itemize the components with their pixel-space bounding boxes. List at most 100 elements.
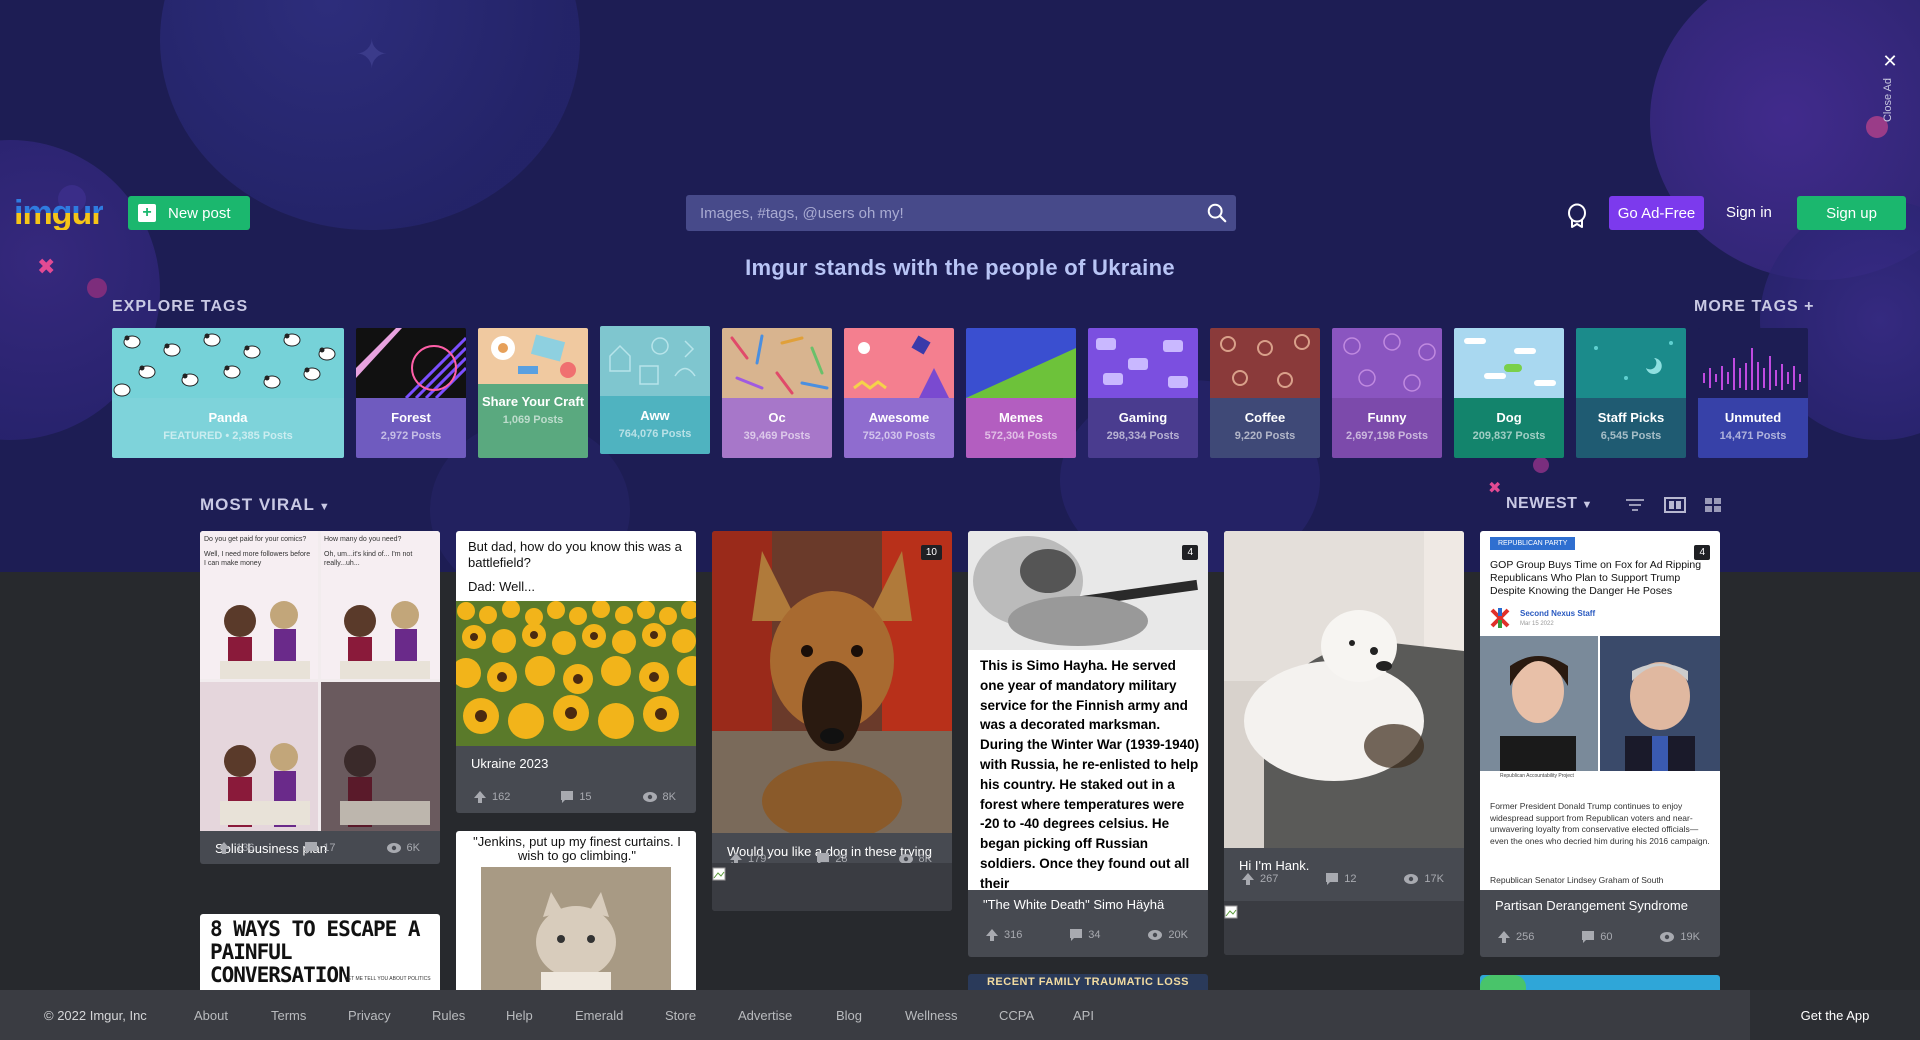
tag-count: 209,837 Posts: [1472, 430, 1546, 442]
upvotes[interactable]: 316: [986, 929, 1022, 941]
footer-link-help[interactable]: Help: [506, 1008, 533, 1023]
tag-unmuted[interactable]: Unmuted 14,471 Posts: [1698, 328, 1808, 458]
upvotes[interactable]: 256: [1498, 931, 1534, 943]
image-count-badge: 4: [1694, 545, 1710, 560]
footer-link-ccpa[interactable]: CCPA: [999, 1008, 1034, 1023]
tag-info: Aww 764,076 Posts: [600, 396, 710, 454]
tag-info: Forest 2,972 Posts: [356, 398, 466, 458]
tag-staff-picks[interactable]: Staff Picks 6,545 Posts: [1576, 328, 1686, 458]
tag-oc[interactable]: Oc 39,469 Posts: [722, 328, 832, 458]
upvote-count: 256: [1516, 931, 1535, 943]
post-card[interactable]: "Jenkins, put up my finest curtains. I w…: [456, 831, 696, 990]
post-card[interactable]: [1480, 975, 1720, 990]
close-ad-button[interactable]: ✕ Close Ad: [1880, 52, 1900, 122]
comic-speech: Do you get paid for your comics?: [204, 536, 307, 543]
tag-panda[interactable]: Panda FEATURED • 2,385 Posts: [112, 328, 344, 458]
go-ad-free-button[interactable]: Go Ad-Free: [1609, 196, 1704, 230]
tag-info: Oc 39,469 Posts: [722, 398, 832, 458]
tag-aww[interactable]: Aww 764,076 Posts: [600, 326, 710, 454]
comments[interactable]: 15: [561, 791, 592, 803]
article-body: Former President Donald Trump continues …: [1490, 801, 1710, 846]
footer-link-advertise[interactable]: Advertise: [738, 1008, 792, 1023]
comments[interactable]: 60: [1582, 931, 1613, 943]
upvote-count: 162: [492, 791, 511, 803]
comment-count: 60: [1600, 931, 1613, 943]
tag-count: 572,304 Posts: [984, 430, 1058, 442]
post-image: 10: [712, 531, 952, 833]
image-count-badge: 10: [920, 545, 942, 560]
footer-link-rules[interactable]: Rules: [432, 1008, 465, 1023]
sort-label: MOST VIRAL: [200, 495, 315, 514]
footer-link-api[interactable]: API: [1073, 1008, 1094, 1023]
explore-tags-heading: EXPLORE TAGS: [112, 298, 249, 315]
search-bar[interactable]: [686, 195, 1236, 231]
ukraine-banner[interactable]: Imgur stands with the people of Ukraine: [0, 255, 1920, 281]
imgur-logo[interactable]: imgur: [14, 196, 104, 230]
search-input[interactable]: [698, 203, 1192, 223]
sort-newest-dropdown[interactable]: NEWEST ▼: [1506, 495, 1593, 513]
footer-link-terms[interactable]: Terms: [271, 1008, 306, 1023]
tag-forest[interactable]: Forest 2,972 Posts: [356, 328, 466, 458]
post-stats: 136 17 6K: [200, 842, 440, 854]
post-card[interactable]: 4 This is Simo Hayha. He served one year…: [968, 531, 1208, 957]
footer-link-blog[interactable]: Blog: [836, 1008, 862, 1023]
post-card[interactable]: 10 Would you like a dog in these trying …: [712, 531, 952, 911]
comments[interactable]: 34: [1070, 929, 1101, 941]
tag-gaming[interactable]: Gaming 298,334 Posts: [1088, 328, 1198, 458]
comments[interactable]: 12: [1326, 873, 1357, 885]
chevron-down-icon: ▼: [318, 501, 331, 513]
upvotes[interactable]: 162: [474, 791, 510, 803]
tag-coffee[interactable]: Coffee 9,220 Posts: [1210, 328, 1320, 458]
comments[interactable]: 17: [305, 842, 336, 854]
new-post-button[interactable]: + New post: [128, 196, 250, 230]
tag-awesome[interactable]: Awesome 752,030 Posts: [844, 328, 954, 458]
post-title[interactable]: Partisan Derangement Syndrome: [1480, 890, 1720, 914]
waterfall-grid-icon[interactable]: [1703, 496, 1723, 514]
filter-icon[interactable]: [1625, 496, 1645, 514]
sort-most-viral-dropdown[interactable]: MOST VIRAL ▼: [200, 495, 331, 515]
footer-link-wellness[interactable]: Wellness: [905, 1008, 958, 1023]
tag-count: 752,030 Posts: [862, 430, 936, 442]
post-card[interactable]: 8 WAYS TO ESCAPE A PAINFUL CONVERSATION …: [200, 914, 440, 990]
sign-up-button[interactable]: Sign up: [1797, 196, 1906, 230]
post-card[interactable]: RECENT FAMILY TRAUMATIC LOSS: [968, 974, 1208, 990]
meme-caption-line: Dad: Well...: [468, 579, 535, 594]
comic-speech: Oh, um...it's kind of... I'm not really.…: [324, 551, 413, 567]
tag-art-awesome: [844, 328, 954, 398]
sign-in-link[interactable]: Sign in: [1726, 196, 1772, 230]
upvote-count: 267: [1260, 873, 1279, 885]
post-card[interactable]: But dad, how do you know this was a batt…: [456, 531, 696, 813]
post-title[interactable]: Hi I'm Hank.: [1224, 848, 1464, 874]
footer-link-store[interactable]: Store: [665, 1008, 696, 1023]
footer-link-emerald[interactable]: Emerald: [575, 1008, 623, 1023]
footer-link-privacy[interactable]: Privacy: [348, 1008, 391, 1023]
tag-memes[interactable]: Memes 572,304 Posts: [966, 328, 1076, 458]
tag-name: Oc: [768, 410, 786, 425]
more-tags-link[interactable]: MORE TAGS +: [1694, 298, 1815, 316]
get-the-app-button[interactable]: Get the App: [1750, 990, 1920, 1040]
tag-name: Share Your Craft: [481, 394, 585, 409]
post-card[interactable]: REPUBLICAN PARTY GOP Group Buys Time on …: [1480, 531, 1720, 957]
post-card[interactable]: Do you get paid for your comics? Well, I…: [200, 531, 440, 864]
notifications-icon[interactable]: [1566, 203, 1588, 229]
tag-dog[interactable]: Dog 209,837 Posts: [1454, 328, 1564, 458]
footer-link-about[interactable]: About: [194, 1008, 228, 1023]
upvotes[interactable]: 267: [1242, 873, 1278, 885]
uniform-grid-icon[interactable]: [1664, 496, 1686, 514]
tag-art-staff-picks: [1576, 328, 1686, 398]
tag-share-your-craft[interactable]: Share Your Craft 1,069 Posts: [478, 328, 588, 458]
article-date: Mar 15 2022: [1520, 621, 1554, 627]
post-card[interactable]: Hi I'm Hank. 267 12 17K: [1224, 531, 1464, 955]
decor-dot: [1533, 457, 1549, 473]
post-stats: 267 12 17K: [1224, 873, 1464, 885]
post-title[interactable]: Ukraine 2023: [456, 746, 696, 772]
tag-art-panda: [112, 328, 344, 398]
view-count: 8K: [662, 791, 676, 803]
upvotes[interactable]: 136: [218, 842, 254, 854]
post-title[interactable]: "The White Death" Simo Häyhä: [968, 891, 1179, 913]
tag-funny[interactable]: Funny 2,697,198 Posts: [1332, 328, 1442, 458]
search-icon[interactable]: [1206, 202, 1228, 224]
tag-art-gaming: [1088, 328, 1198, 398]
close-icon[interactable]: ✕: [1880, 52, 1900, 70]
order-label: NEWEST: [1506, 495, 1578, 512]
